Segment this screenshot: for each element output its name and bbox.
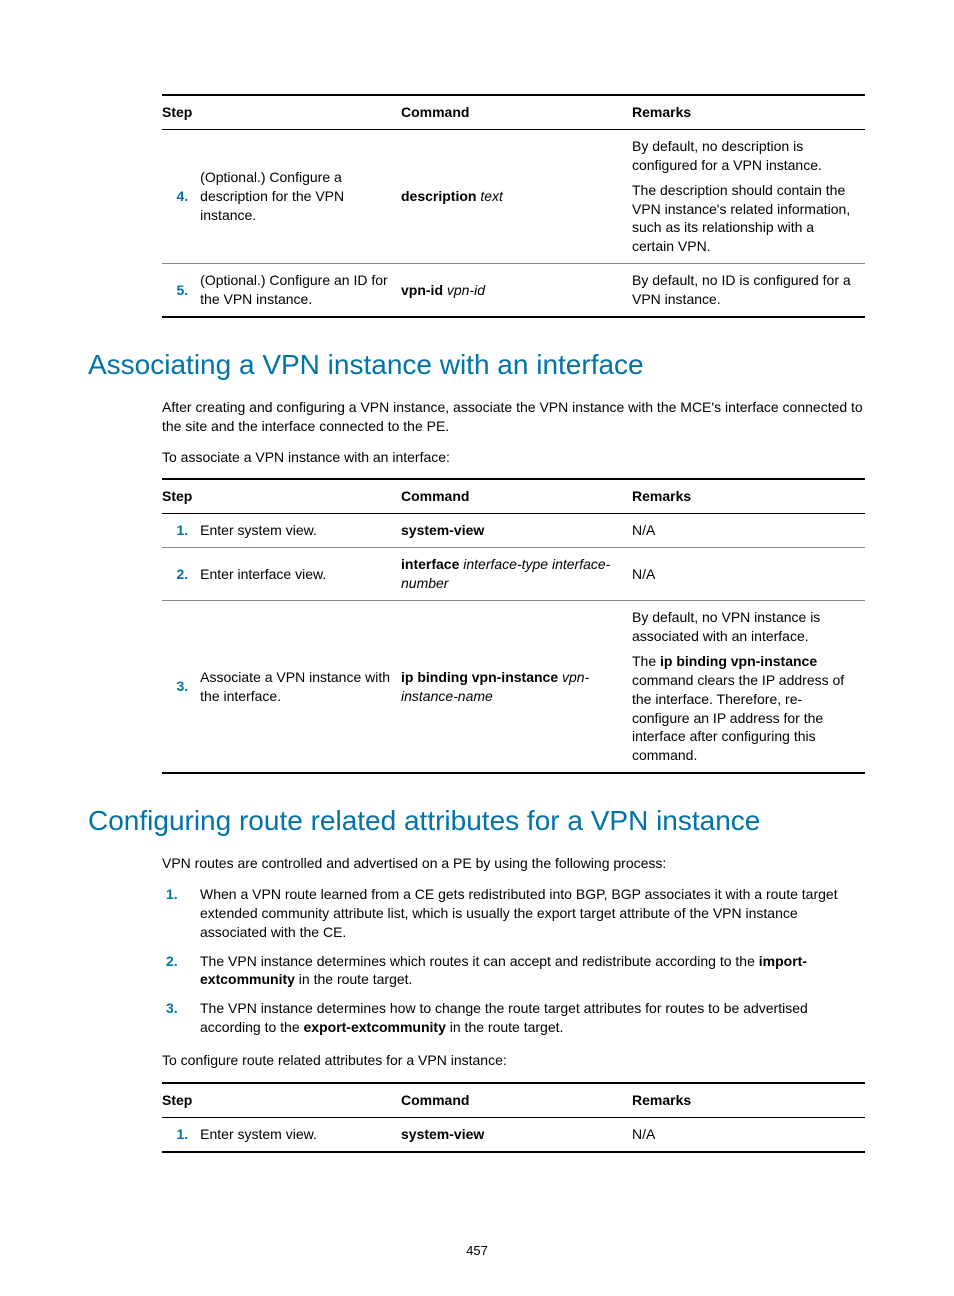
remarks-text: By default, no VPN instance is associate… xyxy=(632,601,865,774)
command-text: system-view xyxy=(401,1117,632,1151)
step-number: 1. xyxy=(162,1117,200,1151)
table-row: 5. (Optional.) Configure an ID for the V… xyxy=(162,264,865,317)
table-row: 1. Enter system view. system-view N/A xyxy=(162,514,865,548)
step-number: 4. xyxy=(162,129,200,263)
table-row: 3. Associate a VPN instance with the int… xyxy=(162,601,865,774)
th-step: Step xyxy=(162,95,401,129)
list-item: The VPN instance determines how to chang… xyxy=(194,999,866,1037)
remarks-text: N/A xyxy=(632,514,865,548)
remarks-text: N/A xyxy=(632,1117,865,1151)
list-item: When a VPN route learned from a CE gets … xyxy=(194,885,866,942)
th-command: Command xyxy=(401,95,632,129)
remarks-text: By default, no ID is configured for a VP… xyxy=(632,264,865,317)
step-text: Enter interface view. xyxy=(200,548,401,601)
step-text: (Optional.) Configure an ID for the VPN … xyxy=(200,264,401,317)
paragraph-lead: To associate a VPN instance with an inte… xyxy=(162,448,866,467)
table-row: 4. (Optional.) Configure a description f… xyxy=(162,129,865,263)
step-text: Enter system view. xyxy=(200,1117,401,1151)
table-route-attributes: Step Command Remarks 1. Enter system vie… xyxy=(162,1082,865,1153)
command-text: ip binding vpn-instance vpn-instance-nam… xyxy=(401,601,632,774)
step-number: 5. xyxy=(162,264,200,317)
page-number: 457 xyxy=(0,1242,954,1260)
step-number: 1. xyxy=(162,514,200,548)
step-text: (Optional.) Configure a description for … xyxy=(200,129,401,263)
th-command: Command xyxy=(401,479,632,513)
page: Step Command Remarks 4. (Optional.) Conf… xyxy=(0,0,954,1296)
ordered-list-process: When a VPN route learned from a CE gets … xyxy=(162,885,866,1037)
remarks-text: N/A xyxy=(632,548,865,601)
paragraph-lead: To configure route related attributes fo… xyxy=(162,1051,866,1070)
th-step: Step xyxy=(162,479,401,513)
table-associate-interface: Step Command Remarks 1. Enter system vie… xyxy=(162,478,865,774)
step-text: Enter system view. xyxy=(200,514,401,548)
command-text: description text xyxy=(401,129,632,263)
table-row: 2. Enter interface view. interface inter… xyxy=(162,548,865,601)
step-number: 3. xyxy=(162,601,200,774)
table-row: 1. Enter system view. system-view N/A xyxy=(162,1117,865,1151)
paragraph: VPN routes are controlled and advertised… xyxy=(162,854,866,873)
th-command: Command xyxy=(401,1083,632,1117)
th-remarks: Remarks xyxy=(632,1083,865,1117)
remarks-text: By default, no description is configured… xyxy=(632,129,865,263)
heading-configuring-route-attr: Configuring route related attributes for… xyxy=(88,802,866,840)
command-text: interface interface-type interface-numbe… xyxy=(401,548,632,601)
command-text: system-view xyxy=(401,514,632,548)
step-number: 2. xyxy=(162,548,200,601)
step-text: Associate a VPN instance with the interf… xyxy=(200,601,401,774)
heading-associating-vpn: Associating a VPN instance with an inter… xyxy=(88,346,866,384)
th-remarks: Remarks xyxy=(632,479,865,513)
table-vpn-instance-basic: Step Command Remarks 4. (Optional.) Conf… xyxy=(162,94,865,318)
paragraph: After creating and configuring a VPN ins… xyxy=(162,398,866,436)
list-item: The VPN instance determines which routes… xyxy=(194,952,866,990)
th-remarks: Remarks xyxy=(632,95,865,129)
command-text: vpn-id vpn-id xyxy=(401,264,632,317)
th-step: Step xyxy=(162,1083,401,1117)
